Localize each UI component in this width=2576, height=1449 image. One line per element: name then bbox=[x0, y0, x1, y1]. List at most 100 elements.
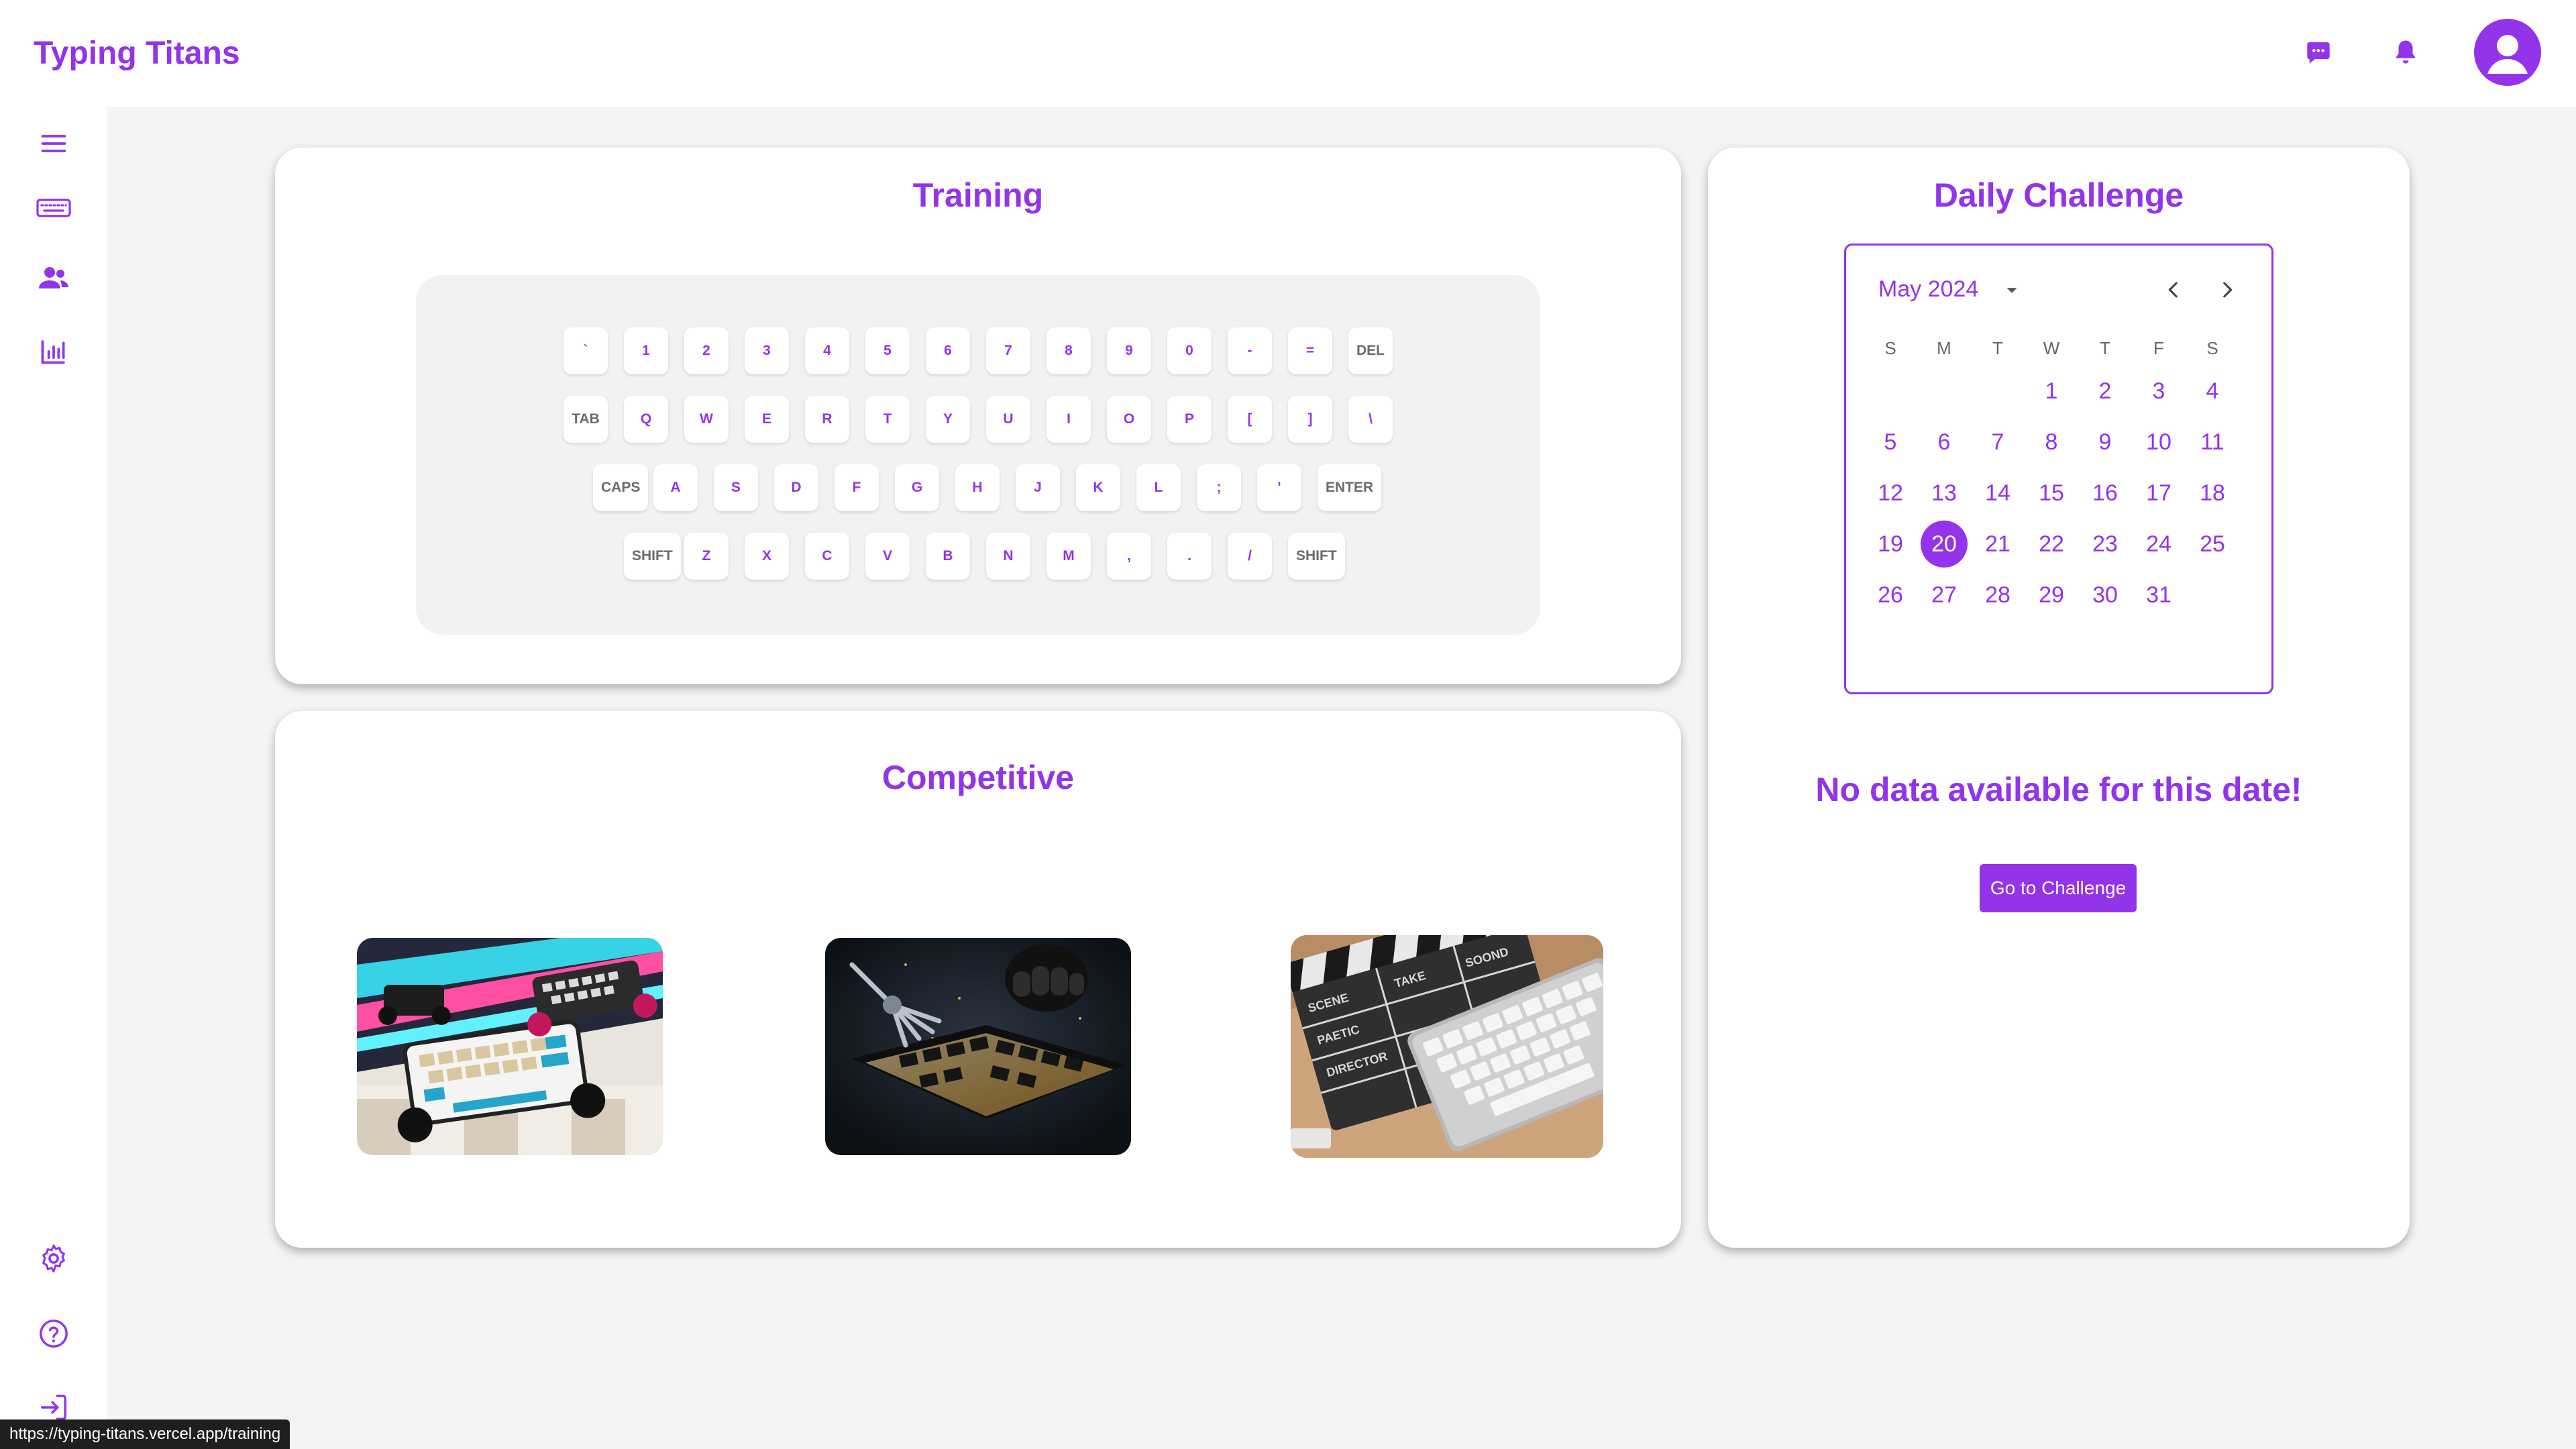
key-char[interactable]: O bbox=[1107, 396, 1151, 443]
calendar-day[interactable]: 15 bbox=[2028, 470, 2075, 517]
key-char[interactable]: 1 bbox=[624, 327, 668, 374]
clapperboard-keyboard-image[interactable]: SCENE TAKE SOOND PAETIC DIRECTOR bbox=[1291, 935, 1603, 1158]
key-char[interactable]: 0 bbox=[1167, 327, 1212, 374]
calendar-day[interactable]: 5 bbox=[1867, 419, 1914, 466]
key-char[interactable]: W bbox=[684, 396, 729, 443]
key-char[interactable]: 9 bbox=[1107, 327, 1151, 374]
key-char[interactable]: H bbox=[955, 464, 1000, 511]
key-char[interactable]: S bbox=[714, 464, 758, 511]
robot-keyboard-image[interactable] bbox=[825, 938, 1131, 1155]
avatar[interactable] bbox=[2474, 19, 2541, 86]
calendar-day[interactable]: 9 bbox=[2082, 419, 2129, 466]
calendar-day[interactable]: 30 bbox=[2082, 572, 2129, 619]
key-char[interactable]: ; bbox=[1197, 464, 1241, 511]
key-char[interactable]: 8 bbox=[1046, 327, 1091, 374]
key-char[interactable]: U bbox=[986, 396, 1030, 443]
calendar-day[interactable]: 29 bbox=[2028, 572, 2075, 619]
key-char[interactable]: G bbox=[895, 464, 939, 511]
calendar-day[interactable]: 8 bbox=[2028, 419, 2075, 466]
key-char[interactable]: B bbox=[926, 533, 970, 580]
calendar-day[interactable]: 19 bbox=[1867, 521, 1914, 568]
calendar-day-selected[interactable]: 20 bbox=[1921, 521, 1968, 568]
calendar-day[interactable]: 22 bbox=[2028, 521, 2075, 568]
key-char[interactable]: A bbox=[653, 464, 698, 511]
key-char[interactable]: T bbox=[865, 396, 910, 443]
calendar-day[interactable]: 25 bbox=[2189, 521, 2236, 568]
key-char[interactable]: 3 bbox=[745, 327, 789, 374]
key-char[interactable]: 5 bbox=[865, 327, 910, 374]
caret-down-icon[interactable] bbox=[2002, 280, 2022, 301]
calendar-day[interactable]: 4 bbox=[2189, 368, 2236, 415]
key-char[interactable]: 4 bbox=[805, 327, 849, 374]
calendar-day[interactable]: 10 bbox=[2135, 419, 2182, 466]
key-char[interactable]: J bbox=[1016, 464, 1060, 511]
calendar-day[interactable]: 12 bbox=[1867, 470, 1914, 517]
users-icon[interactable] bbox=[34, 258, 74, 298]
key-enter[interactable]: ENTER bbox=[1318, 464, 1382, 511]
key-char[interactable]: K bbox=[1076, 464, 1120, 511]
key-del[interactable]: DEL bbox=[1348, 327, 1393, 374]
app-title[interactable]: Typing Titans bbox=[34, 35, 240, 72]
key-char[interactable]: Q bbox=[624, 396, 668, 443]
key-char[interactable]: 7 bbox=[986, 327, 1030, 374]
keyboard-icon[interactable] bbox=[34, 188, 74, 228]
key-char[interactable]: N bbox=[986, 533, 1030, 580]
key-char[interactable]: E bbox=[745, 396, 789, 443]
key-char[interactable]: 6 bbox=[926, 327, 970, 374]
calendar-day[interactable]: 17 bbox=[2135, 470, 2182, 517]
settings-icon[interactable] bbox=[34, 1238, 74, 1279]
key-caps[interactable]: CAPS bbox=[593, 464, 649, 511]
key-char[interactable]: 2 bbox=[684, 327, 729, 374]
racing-keyboards-image[interactable] bbox=[357, 938, 663, 1155]
key-char[interactable]: L bbox=[1136, 464, 1181, 511]
calendar-day[interactable]: 18 bbox=[2189, 470, 2236, 517]
key-tab[interactable]: TAB bbox=[564, 396, 608, 443]
calendar-day[interactable]: 27 bbox=[1921, 572, 1968, 619]
key-char[interactable]: D bbox=[774, 464, 818, 511]
key-char[interactable]: / bbox=[1228, 533, 1272, 580]
calendar-day[interactable]: 2 bbox=[2082, 368, 2129, 415]
key-char[interactable]: P bbox=[1167, 396, 1212, 443]
chart-icon[interactable] bbox=[34, 331, 74, 372]
key-char[interactable]: = bbox=[1288, 327, 1332, 374]
key-char[interactable]: R bbox=[805, 396, 849, 443]
key-char[interactable]: , bbox=[1107, 533, 1151, 580]
go-to-challenge-button[interactable]: Go to Challenge bbox=[1980, 864, 2137, 912]
calendar-day[interactable]: 11 bbox=[2189, 419, 2236, 466]
key-char[interactable]: \ bbox=[1348, 396, 1393, 443]
calendar-day[interactable]: 26 bbox=[1867, 572, 1914, 619]
key-char[interactable]: V bbox=[865, 533, 910, 580]
calendar-day[interactable]: 1 bbox=[2028, 368, 2075, 415]
training-card[interactable]: Training ` 1 2 3 4 5 6 7 8 9 0- = DEL TAB Q W E R T Y U I O P []… bbox=[275, 148, 1681, 684]
calendar-day[interactable]: 21 bbox=[1974, 521, 2021, 568]
key-char[interactable]: Y bbox=[926, 396, 970, 443]
calendar-day[interactable]: 16 bbox=[2082, 470, 2129, 517]
calendar-day[interactable]: 3 bbox=[2135, 368, 2182, 415]
menu-icon[interactable] bbox=[34, 123, 74, 164]
key-char[interactable]: C bbox=[805, 533, 849, 580]
calendar-day[interactable]: 24 bbox=[2135, 521, 2182, 568]
calendar-month-label[interactable]: May 2024 bbox=[1878, 276, 1978, 303]
calendar-day[interactable]: 23 bbox=[2082, 521, 2129, 568]
key-char[interactable]: Z bbox=[684, 533, 729, 580]
key-char[interactable]: I bbox=[1046, 396, 1091, 443]
chat-icon[interactable] bbox=[2300, 34, 2337, 71]
calendar-day[interactable]: 31 bbox=[2135, 572, 2182, 619]
chevron-right-icon[interactable] bbox=[2212, 275, 2242, 305]
calendar-day[interactable]: 13 bbox=[1921, 470, 1968, 517]
key-char[interactable]: - bbox=[1228, 327, 1272, 374]
key-shift[interactable]: SHIFT bbox=[1288, 533, 1345, 580]
calendar-day[interactable]: 14 bbox=[1974, 470, 2021, 517]
key-char[interactable]: ] bbox=[1288, 396, 1332, 443]
chevron-left-icon[interactable] bbox=[2159, 275, 2188, 305]
key-char[interactable]: [ bbox=[1228, 396, 1272, 443]
calendar-day[interactable]: 6 bbox=[1921, 419, 1968, 466]
calendar-day[interactable]: 7 bbox=[1974, 419, 2021, 466]
key-char[interactable]: M bbox=[1046, 533, 1091, 580]
bell-icon[interactable] bbox=[2387, 34, 2424, 71]
key-char[interactable]: ` bbox=[564, 327, 608, 374]
key-char[interactable]: X bbox=[745, 533, 789, 580]
key-shift[interactable]: SHIFT bbox=[624, 533, 681, 580]
help-icon[interactable] bbox=[34, 1313, 74, 1354]
calendar-day[interactable]: 28 bbox=[1974, 572, 2021, 619]
